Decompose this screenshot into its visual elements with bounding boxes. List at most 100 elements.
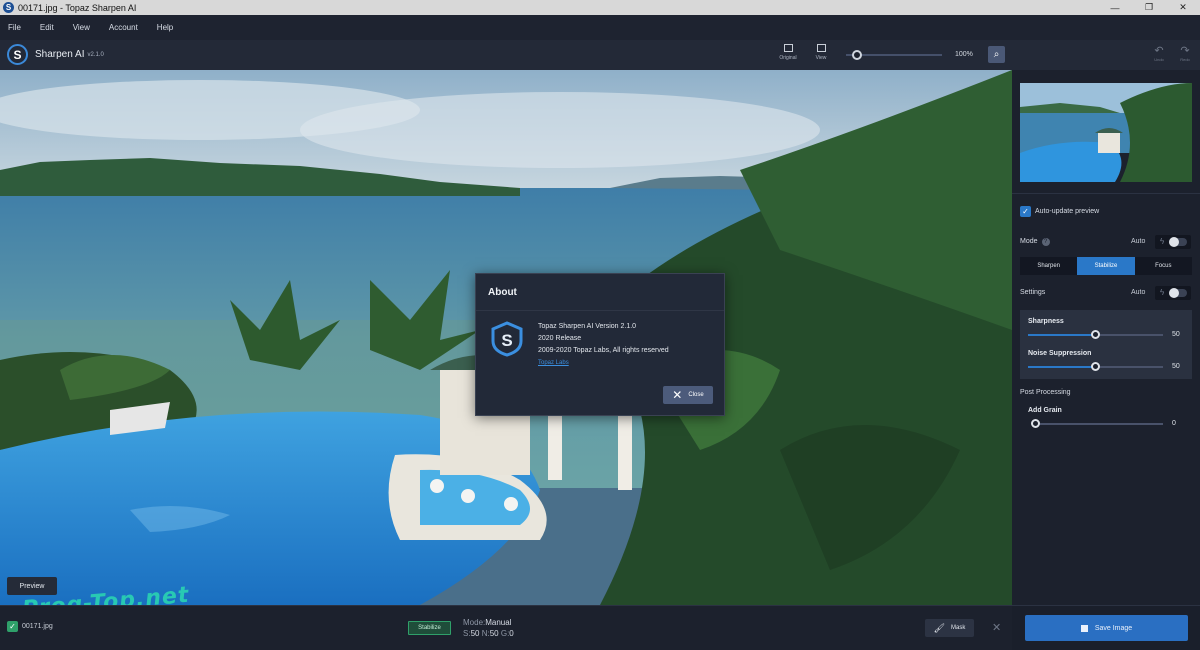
mode-stabilize-button[interactable]: Stabilize bbox=[1077, 257, 1135, 275]
post-processing-label: Post Processing bbox=[1020, 389, 1071, 396]
title-bar: S 00171.jpg - Topaz Sharpen AI — ❐ ✕ bbox=[0, 0, 1200, 15]
view-label: View bbox=[815, 55, 827, 61]
magnifier-icon: ⌕ bbox=[993, 49, 1000, 60]
menu-help[interactable]: Help bbox=[157, 23, 173, 32]
file-name: 00171.jpg bbox=[22, 623, 53, 630]
file-item[interactable]: ✓ 00171.jpg bbox=[7, 621, 53, 632]
sharpen-logo-icon: S bbox=[7, 44, 28, 65]
view-icon bbox=[816, 44, 826, 52]
mode-auto-toggle[interactable]: ϟ bbox=[1155, 235, 1191, 249]
close-label: Close bbox=[688, 392, 704, 398]
noise-label: Noise Suppression bbox=[1028, 350, 1092, 357]
mode-prefix: Mode: bbox=[463, 618, 486, 627]
file-checkbox-icon[interactable]: ✓ bbox=[7, 621, 18, 632]
noise-value: 50 bbox=[1172, 363, 1180, 370]
topaz-shield-icon: S bbox=[491, 321, 523, 357]
n-label: N: bbox=[481, 629, 490, 638]
auto-update-checkbox[interactable]: ✓ Auto-update preview bbox=[1020, 206, 1099, 217]
checkmark-icon: ✓ bbox=[1020, 206, 1031, 217]
mode-label: Mode? bbox=[1020, 238, 1050, 246]
close-window-button[interactable]: ✕ bbox=[1166, 0, 1200, 15]
app-window: S 00171.jpg - Topaz Sharpen AI — ❐ ✕ Fil… bbox=[0, 0, 1200, 650]
mode-value: Manual bbox=[485, 618, 512, 627]
view-button[interactable]: View bbox=[808, 44, 834, 61]
s-value: 50 bbox=[470, 629, 480, 638]
save-icon bbox=[1080, 624, 1088, 632]
grain-handle[interactable] bbox=[1031, 419, 1040, 428]
save-label: Save Image bbox=[1094, 624, 1133, 632]
svg-text:S: S bbox=[501, 331, 512, 350]
save-image-button[interactable]: Save Image bbox=[1025, 615, 1188, 641]
sharpness-label: Sharpness bbox=[1028, 318, 1064, 325]
app-icon: S bbox=[3, 2, 14, 13]
mode-selector: Sharpen Stabilize Focus bbox=[1020, 257, 1192, 275]
mode-focus-button[interactable]: Focus bbox=[1135, 257, 1192, 275]
about-release: 2020 Release bbox=[538, 335, 582, 342]
toolbar: S Sharpen AI v2.1.0 Original View bbox=[0, 40, 1200, 70]
noise-fill bbox=[1028, 366, 1095, 368]
grain-track[interactable] bbox=[1034, 423, 1163, 425]
window-controls: — ❐ ✕ bbox=[1098, 0, 1200, 15]
close-icon: ✕ bbox=[672, 388, 683, 402]
topaz-labs-link[interactable]: Topaz Labs bbox=[538, 357, 669, 369]
undo-button[interactable]: ↶ Undo bbox=[1150, 44, 1168, 62]
n-value: 50 bbox=[489, 629, 499, 638]
redo-button[interactable]: ↷ Redo bbox=[1176, 44, 1194, 62]
help-icon[interactable]: ? bbox=[1041, 238, 1050, 246]
g-value: 0 bbox=[509, 629, 514, 638]
app-version: v2.1.0 bbox=[87, 51, 104, 58]
redo-label: Redo bbox=[1180, 57, 1190, 62]
mode-sharpen-button[interactable]: Sharpen bbox=[1020, 257, 1077, 275]
toggle-switch bbox=[1169, 237, 1187, 247]
mode-info: Mode:Manual S:50 N:50 G:0 bbox=[463, 617, 514, 639]
zoom-button[interactable]: ⌕ bbox=[988, 46, 1005, 63]
restore-button[interactable]: ❐ bbox=[1132, 0, 1166, 15]
mode-badge: Stabilize bbox=[408, 621, 451, 635]
noise-handle[interactable] bbox=[1091, 362, 1100, 371]
sharpness-value: 50 bbox=[1172, 331, 1180, 338]
redo-icon: ↷ bbox=[1180, 45, 1190, 57]
about-dialog: About S Topaz Sharpen AI Version 2.1.0 2… bbox=[475, 273, 725, 416]
preview-button[interactable]: Preview bbox=[7, 577, 57, 595]
undo-icon: ↶ bbox=[1154, 45, 1164, 57]
sharpness-handle[interactable] bbox=[1091, 330, 1100, 339]
window-title: 00171.jpg - Topaz Sharpen AI bbox=[18, 2, 137, 13]
settings-label: Settings bbox=[1020, 289, 1046, 296]
grain-label: Add Grain bbox=[1028, 407, 1062, 414]
brand: S Sharpen AI v2.1.0 bbox=[7, 44, 104, 65]
grain-value: 0 bbox=[1172, 420, 1176, 427]
menu-view[interactable]: View bbox=[73, 23, 90, 32]
toggle-switch bbox=[1169, 288, 1187, 298]
mask-button[interactable]: 🖌 Mask bbox=[925, 619, 974, 637]
about-copyright: 2009-2020 Topaz Labs, All rights reserve… bbox=[538, 347, 669, 354]
menu-account[interactable]: Account bbox=[109, 23, 138, 32]
undo-label: Undo bbox=[1154, 57, 1164, 62]
viewport-frame[interactable] bbox=[1020, 83, 1192, 182]
about-text: Topaz Sharpen AI Version 2.1.0 2020 Rele… bbox=[538, 321, 669, 369]
original-button[interactable]: Original bbox=[775, 44, 801, 61]
settings-auto-toggle[interactable]: ϟ bbox=[1155, 286, 1191, 300]
menu-file[interactable]: File bbox=[8, 23, 21, 32]
mode-label-text: Mode bbox=[1020, 238, 1038, 245]
menu-bar: File Edit View Account Help bbox=[0, 15, 1200, 40]
settings-auto-label: Auto bbox=[1131, 289, 1146, 296]
panel-bottom-divider bbox=[1012, 605, 1200, 606]
sharpness-fill bbox=[1028, 334, 1095, 336]
brush-icon: 🖌 bbox=[933, 622, 946, 633]
auto-update-label: Auto-update preview bbox=[1035, 208, 1100, 215]
app-name: Sharpen AI bbox=[35, 49, 85, 60]
close-about-button[interactable]: ✕ Close bbox=[663, 386, 713, 404]
remove-file-icon[interactable]: ✕ bbox=[992, 621, 1001, 634]
about-title: About bbox=[476, 274, 724, 311]
minimize-button[interactable]: — bbox=[1098, 0, 1132, 15]
zoom-level: 100% bbox=[955, 51, 973, 58]
s-label: S: bbox=[463, 629, 471, 638]
original-label: Original bbox=[779, 55, 797, 61]
zoom-slider-handle[interactable] bbox=[852, 50, 862, 60]
about-version: Topaz Sharpen AI Version 2.1.0 bbox=[538, 323, 637, 330]
bolt-icon: ϟ bbox=[1160, 288, 1165, 297]
mask-label: Mask bbox=[951, 625, 966, 631]
menu-edit[interactable]: Edit bbox=[40, 23, 54, 32]
bolt-icon: ϟ bbox=[1160, 237, 1165, 246]
image-icon bbox=[783, 44, 793, 52]
